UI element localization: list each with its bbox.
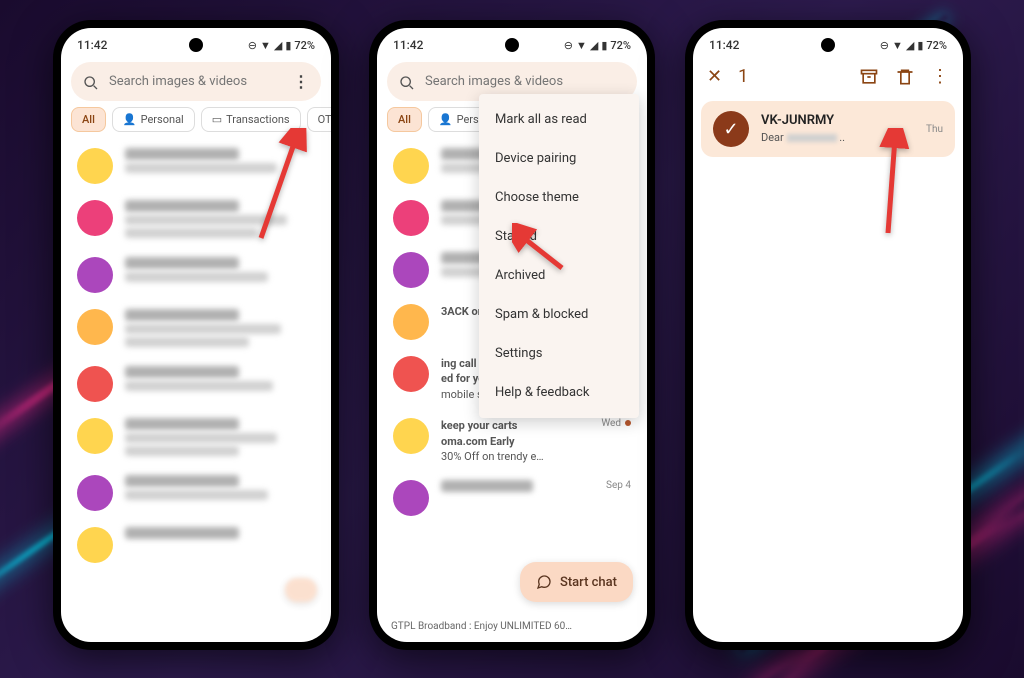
avatar: [77, 366, 113, 402]
delete-icon[interactable]: [895, 66, 915, 87]
battery-pct: 72%: [926, 39, 947, 52]
camera-notch: [189, 38, 203, 52]
person-icon: 👤: [123, 113, 137, 126]
wifi-icon: ▼: [260, 39, 271, 52]
dnd-icon: ⊖: [564, 39, 573, 52]
filter-chips: All 👤Personal ▭Transactions OTP: [61, 107, 331, 140]
list-item[interactable]: Sep 4: [383, 472, 641, 524]
status-time: 11:42: [393, 38, 423, 52]
avatar: [393, 418, 429, 454]
avatar: [77, 200, 113, 236]
menu-archived[interactable]: Archived: [479, 256, 639, 295]
overflow-menu: Mark all as read Device pairing Choose t…: [479, 94, 639, 418]
menu-settings[interactable]: Settings: [479, 334, 639, 373]
search-icon: [83, 72, 99, 91]
avatar: [393, 356, 429, 392]
menu-starred[interactable]: Starred: [479, 217, 639, 256]
avatar: [77, 257, 113, 293]
status-time: 11:42: [77, 38, 107, 52]
avatar: [77, 309, 113, 345]
signal-icon: ◢: [274, 39, 282, 52]
phone-main: 11:42 ⊖ ▼ ◢ ▮ 72% ⋮ All 👤Personal ▭Trans…: [53, 20, 339, 650]
list-item[interactable]: [67, 467, 325, 519]
checkmark-icon: ✓: [713, 111, 749, 147]
card-icon: ▭: [212, 113, 222, 126]
avatar: [393, 480, 429, 516]
avatar: [393, 252, 429, 288]
menu-mark-read[interactable]: Mark all as read: [479, 100, 639, 139]
search-icon: [399, 72, 415, 91]
wifi-icon: ▼: [892, 39, 903, 52]
list-item[interactable]: [67, 358, 325, 410]
signal-icon: ◢: [906, 39, 914, 52]
status-time: 11:42: [709, 38, 739, 52]
avatar: [77, 527, 113, 563]
camera-notch: [821, 38, 835, 52]
menu-theme[interactable]: Choose theme: [479, 178, 639, 217]
dnd-icon: ⊖: [248, 39, 257, 52]
search-bar[interactable]: ⋮: [71, 62, 321, 101]
battery-pct: 72%: [294, 39, 315, 52]
phone-menu: 11:42 ⊖ ▼ ◢ ▮ 72% All 👤Personal 3ACK on …: [369, 20, 655, 650]
battery-icon: ▮: [917, 39, 923, 52]
list-item[interactable]: [67, 192, 325, 249]
signal-icon: ◢: [590, 39, 598, 52]
list-item[interactable]: [67, 301, 325, 358]
avatar: [77, 148, 113, 184]
chat-icon: [536, 574, 552, 590]
menu-spam[interactable]: Spam & blocked: [479, 295, 639, 334]
person-icon: 👤: [439, 113, 453, 126]
message-date: Thu: [926, 124, 943, 135]
chip-all[interactable]: All: [387, 107, 422, 132]
list-item[interactable]: [67, 249, 325, 301]
avatar: [77, 475, 113, 511]
chip-transactions[interactable]: ▭Transactions: [201, 107, 301, 132]
list-item[interactable]: [67, 140, 325, 192]
more-icon[interactable]: ⋮: [931, 66, 949, 87]
selection-toolbar: ✕ 1 ⋮: [693, 56, 963, 97]
avatar: [393, 200, 429, 236]
search-input[interactable]: [109, 74, 283, 89]
battery-icon: ▮: [601, 39, 607, 52]
menu-pairing[interactable]: Device pairing: [479, 139, 639, 178]
selection-count: 1: [738, 66, 843, 87]
dnd-icon: ⊖: [880, 39, 889, 52]
list-item[interactable]: keep your cartsoma.com Early30% Off on t…: [383, 410, 641, 472]
avatar: [77, 418, 113, 454]
selected-message[interactable]: ✓ VK-JUNRMY Dear .. Thu: [701, 101, 955, 157]
archive-icon[interactable]: [859, 66, 879, 87]
battery-pct: 72%: [610, 39, 631, 52]
chip-otp[interactable]: OTP: [307, 107, 331, 132]
phone-selection: 11:42 ⊖ ▼ ◢ ▮ 72% ✕ 1 ⋮ ✓ VK-JUNRMY Dear…: [685, 20, 971, 650]
wifi-icon: ▼: [576, 39, 587, 52]
avatar: [393, 148, 429, 184]
chip-all[interactable]: All: [71, 107, 106, 132]
start-chat-fab[interactable]: [285, 578, 317, 602]
footer-preview: GTPL Broadband : Enjoy UNLIMITED 60…: [391, 621, 572, 632]
list-item[interactable]: [67, 410, 325, 467]
menu-help[interactable]: Help & feedback: [479, 373, 639, 412]
battery-icon: ▮: [285, 39, 291, 52]
message-list: [61, 140, 331, 571]
chip-personal[interactable]: 👤Personal: [112, 107, 195, 132]
sender-name: VK-JUNRMY: [761, 113, 914, 128]
more-icon[interactable]: ⋮: [293, 72, 309, 91]
camera-notch: [505, 38, 519, 52]
list-item[interactable]: [67, 519, 325, 571]
close-icon[interactable]: ✕: [707, 66, 722, 87]
avatar: [393, 304, 429, 340]
search-input[interactable]: [425, 74, 625, 89]
start-chat-fab[interactable]: Start chat: [520, 562, 633, 602]
